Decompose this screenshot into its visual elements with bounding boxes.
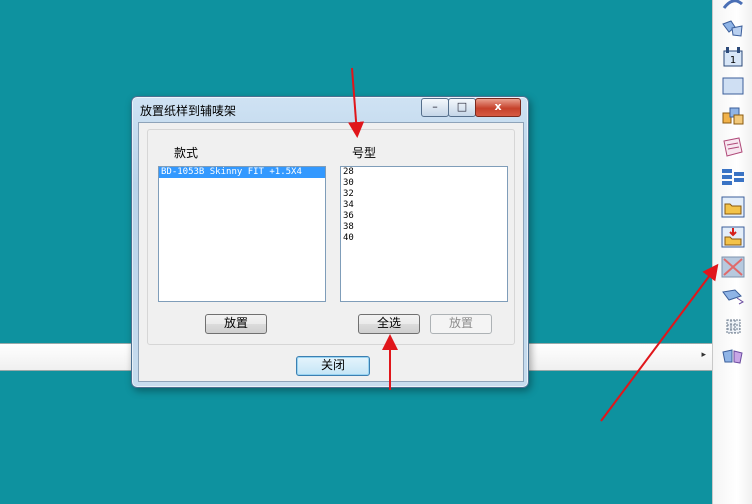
tilt-piece-icon[interactable]	[721, 286, 745, 308]
import-folder-icon[interactable]	[721, 226, 745, 248]
layers-icon[interactable]	[721, 166, 745, 188]
rectangle-icon[interactable]	[721, 75, 745, 97]
split-piece-icon[interactable]	[721, 346, 745, 368]
place-pattern-dialog: 放置纸样到辅唛架 – □ x 款式 号型 BD-1053B Skinny FIT…	[131, 96, 529, 388]
selection-group: 款式 号型 BD-1053B Skinny FIT +1.5X4 28 30 32 3…	[147, 129, 515, 345]
curve-tool-icon[interactable]	[721, 0, 745, 16]
scroll-right-arrow[interactable]: ▸	[701, 350, 706, 360]
cancel-cross-icon[interactable]	[721, 256, 745, 278]
size-item[interactable]: 30	[341, 178, 507, 189]
pattern-pieces-icon[interactable]	[721, 18, 745, 40]
size-item[interactable]: 38	[341, 222, 507, 233]
maximize-button[interactable]: □	[448, 98, 476, 117]
size-item[interactable]: 36	[341, 211, 507, 222]
size-item[interactable]: 32	[341, 189, 507, 200]
right-toolbar: 1	[712, 0, 752, 504]
close-window-button[interactable]: x	[475, 98, 521, 117]
size-item[interactable]: 40	[341, 233, 507, 244]
open-folder-icon[interactable]	[721, 196, 745, 218]
page-number-icon[interactable]: 1	[721, 46, 745, 68]
dialog-title: 放置纸样到辅唛架	[140, 104, 237, 118]
size-label: 号型	[352, 146, 377, 160]
place-style-button[interactable]: 放置	[205, 314, 267, 334]
size-item[interactable]: 34	[341, 200, 507, 211]
select-all-button[interactable]: 全选	[358, 314, 420, 334]
place-size-button[interactable]: 放置	[430, 314, 492, 334]
style-label: 款式	[174, 146, 199, 160]
size-listbox[interactable]: 28 30 32 34 36 38 40	[340, 166, 508, 302]
style-item[interactable]: BD-1053B Skinny FIT +1.5X4	[159, 167, 325, 178]
notebook-icon[interactable]	[721, 136, 745, 158]
style-listbox[interactable]: BD-1053B Skinny FIT +1.5X4	[158, 166, 326, 302]
minimize-button[interactable]: –	[421, 98, 449, 117]
close-button[interactable]: 关闭	[296, 356, 370, 376]
multi-piece-icon[interactable]	[721, 105, 745, 127]
size-item[interactable]: 28	[341, 167, 507, 178]
grid-icon[interactable]	[721, 316, 745, 338]
dialog-client-area: 款式 号型 BD-1053B Skinny FIT +1.5X4 28 30 32 3…	[138, 122, 524, 382]
svg-text:1: 1	[730, 55, 736, 66]
